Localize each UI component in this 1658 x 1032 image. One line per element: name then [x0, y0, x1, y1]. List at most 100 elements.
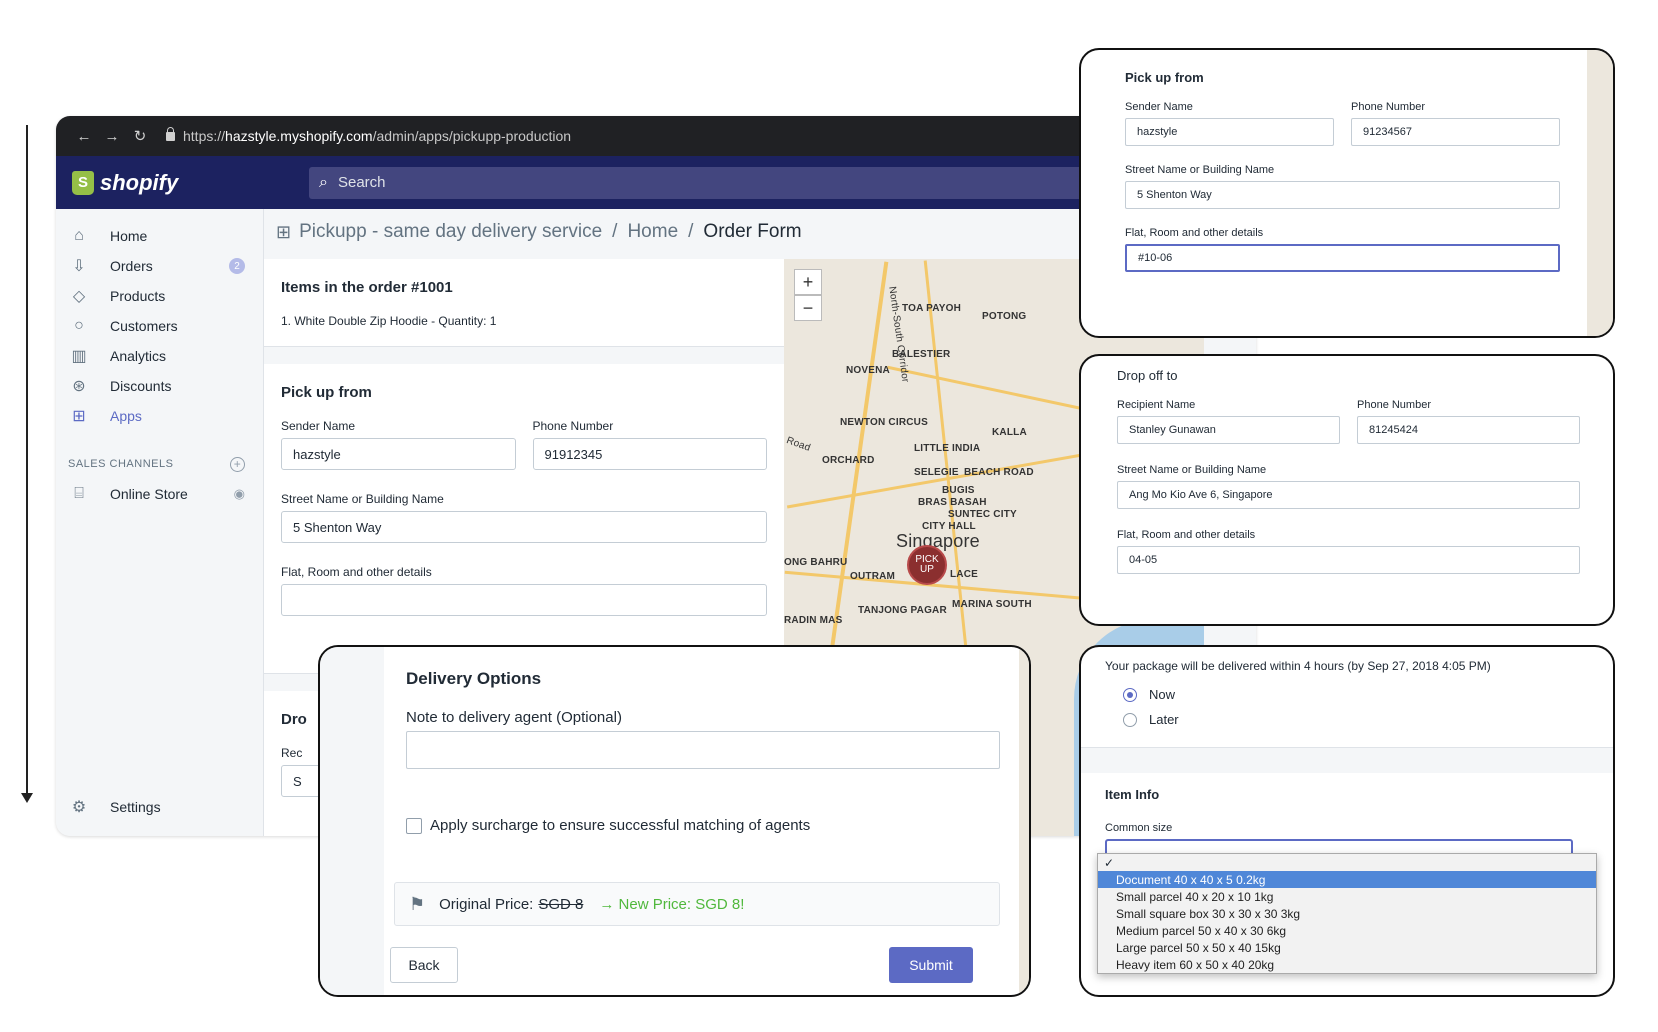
note-label: Note to delivery agent (Optional): [406, 709, 622, 726]
submit-button[interactable]: Submit: [889, 947, 973, 983]
breadcrumb: ⊞ Pickupp - same day delivery service / …: [276, 221, 802, 243]
recipient-name-label: Recipient Name: [1117, 399, 1196, 411]
sidebar-item-online-store[interactable]: ⌸ Online Store ◉: [56, 479, 263, 509]
map-label: NOVENA: [846, 365, 890, 376]
size-option[interactable]: Large parcel 50 x 50 x 40 15kg: [1098, 939, 1596, 956]
sidebar-item-discounts[interactable]: ⊛ Discounts: [56, 371, 263, 401]
dropoff-panel-title: Drop off to: [1117, 368, 1178, 383]
order-items-title: Items in the order #1001: [281, 279, 453, 296]
flat-label: Flat, Room and other details: [281, 565, 432, 579]
map-label: LITTLE INDIA: [914, 443, 981, 454]
sidebar-item-label: Orders: [110, 258, 153, 274]
radio-now-label: Now: [1149, 687, 1176, 702]
map-label: MARINA SOUTH: [952, 599, 1032, 610]
store-icon: ⌸: [74, 485, 84, 502]
sidebar-item-label: Products: [110, 288, 166, 304]
sidebar-item-apps[interactable]: ⊞ Apps: [56, 401, 263, 431]
pickup-pin-icon[interactable]: PICK UP: [907, 545, 947, 585]
reload-icon[interactable]: ↻: [126, 127, 154, 145]
shopify-logo[interactable]: S shopify: [56, 156, 279, 209]
back-icon[interactable]: ←: [70, 128, 98, 145]
logo-text: shopify: [100, 169, 179, 195]
phone-number-field[interactable]: 91912345: [532, 438, 767, 470]
forward-icon[interactable]: →: [98, 128, 126, 145]
sidebar-item-customers[interactable]: ○ Customers: [56, 311, 263, 341]
size-option[interactable]: Medium parcel 50 x 40 x 30 6kg: [1098, 922, 1596, 939]
surcharge-label: Apply surcharge to ensure successful mat…: [430, 817, 811, 834]
sidebar-item-orders[interactable]: ⇩ Orders 2: [56, 251, 263, 281]
sidebar-item-label: Settings: [110, 799, 161, 815]
sidebar-strip: [320, 647, 384, 995]
sidebar-item-label: Customers: [110, 318, 178, 334]
orders-count-badge: 2: [229, 258, 245, 274]
common-size-label: Common size: [1105, 822, 1173, 834]
size-option[interactable]: Small parcel 40 x 20 x 10 1kg: [1098, 888, 1596, 905]
flat-field[interactable]: [281, 584, 767, 616]
delivery-options-title: Delivery Options: [406, 669, 542, 688]
search-placeholder: Search: [337, 174, 386, 191]
radio-later-dot[interactable]: [1123, 712, 1137, 727]
phone-number-field[interactable]: 81245424: [1357, 416, 1580, 444]
street-label: Street Name or Building Name: [1125, 164, 1275, 176]
zoom-in-button[interactable]: +: [794, 269, 822, 295]
map-strip: [1019, 647, 1029, 995]
delivery-card: Delivery Options Note to delivery agent …: [384, 647, 1012, 872]
radio-later[interactable]: Later: [1123, 712, 1603, 727]
scroll-down-arrow: [21, 125, 33, 803]
recipient-field[interactable]: S: [281, 765, 321, 797]
map-label: ONG BAHRU: [784, 557, 848, 568]
phone-number-field[interactable]: 91234567: [1351, 118, 1560, 146]
shopify-bag-icon: S: [72, 170, 94, 195]
section-divider: [1081, 747, 1613, 773]
size-option[interactable]: Document 40 x 40 x 5 0.2kg: [1098, 871, 1596, 888]
check-icon: ✓: [1104, 855, 1115, 870]
phone-number-label: Phone Number: [1357, 399, 1431, 411]
back-button[interactable]: Back: [390, 947, 458, 983]
radio-now-dot[interactable]: [1123, 687, 1137, 702]
sender-name-field[interactable]: hazstyle: [1125, 118, 1334, 146]
street-field[interactable]: 5 Shenton Way: [1125, 181, 1560, 209]
flat-field[interactable]: #10-06: [1125, 244, 1560, 272]
street-field[interactable]: 5 Shenton Way: [281, 511, 767, 543]
map-label: SELEGIE: [914, 467, 959, 478]
sender-name-label: Sender Name: [1125, 101, 1193, 113]
sidebar-item-settings[interactable]: ⚙ Settings: [56, 792, 161, 822]
sidebar-item-products[interactable]: ◇ Products: [56, 281, 263, 311]
note-field[interactable]: [406, 731, 1000, 769]
breadcrumb-home[interactable]: Home: [627, 221, 678, 243]
common-size-dropdown[interactable]: ✓ Document 40 x 40 x 5 0.2kg Small parce…: [1097, 853, 1597, 974]
search-input[interactable]: ⌕ Search: [309, 166, 1109, 199]
breadcrumb-app[interactable]: Pickupp - same day delivery service: [299, 221, 602, 243]
street-field[interactable]: Ang Mo Kio Ave 6, Singapore: [1117, 481, 1580, 509]
map-label: BUGIS: [942, 485, 975, 496]
map-label: NEWTON CIRCUS: [840, 417, 928, 428]
breadcrumb-separator: /: [688, 221, 694, 242]
sender-name-field[interactable]: hazstyle: [281, 438, 516, 470]
map-label: SUNTEC CITY: [948, 509, 1017, 520]
map-label: LACE: [950, 569, 979, 580]
surcharge-checkbox[interactable]: [406, 817, 422, 834]
eye-icon[interactable]: ◉: [234, 486, 245, 502]
sidebar-item-label: Discounts: [110, 378, 172, 394]
breadcrumb-separator: /: [612, 221, 618, 242]
size-option[interactable]: Heavy item 60 x 50 x 40 20kg: [1098, 956, 1596, 973]
sidebar-item-home[interactable]: ⌂ Home: [56, 221, 263, 251]
sidebar-item-analytics[interactable]: ▥ Analytics: [56, 341, 263, 371]
flag-icon: ⚑: [409, 893, 426, 914]
url-text[interactable]: https://hazstyle.myshopify.com/admin/app…: [183, 128, 571, 144]
map-label: RADIN MAS: [784, 615, 843, 626]
radio-now[interactable]: Now: [1123, 687, 1603, 702]
recipient-name-field[interactable]: Stanley Gunawan: [1117, 416, 1340, 444]
sidebar-item-label: Home: [110, 228, 148, 244]
map-road-label: Road: [784, 435, 812, 454]
flat-field[interactable]: 04-05: [1117, 546, 1580, 574]
page-title: Order Form: [703, 221, 802, 242]
search-icon: ⌕: [319, 173, 328, 191]
size-option[interactable]: Small square box 30 x 30 x 30 3kg: [1098, 905, 1596, 922]
add-channel-icon[interactable]: +: [230, 456, 245, 472]
url-path: /admin/apps/pickupp-production: [372, 128, 572, 144]
dropoff-zoom-panel: Drop off to Recipient Name Stanley Gunaw…: [1079, 354, 1615, 626]
top-bar: S shopify ⌕ Search: [56, 156, 1256, 209]
lock-icon: [166, 126, 175, 141]
zoom-out-button[interactable]: −: [794, 295, 822, 321]
